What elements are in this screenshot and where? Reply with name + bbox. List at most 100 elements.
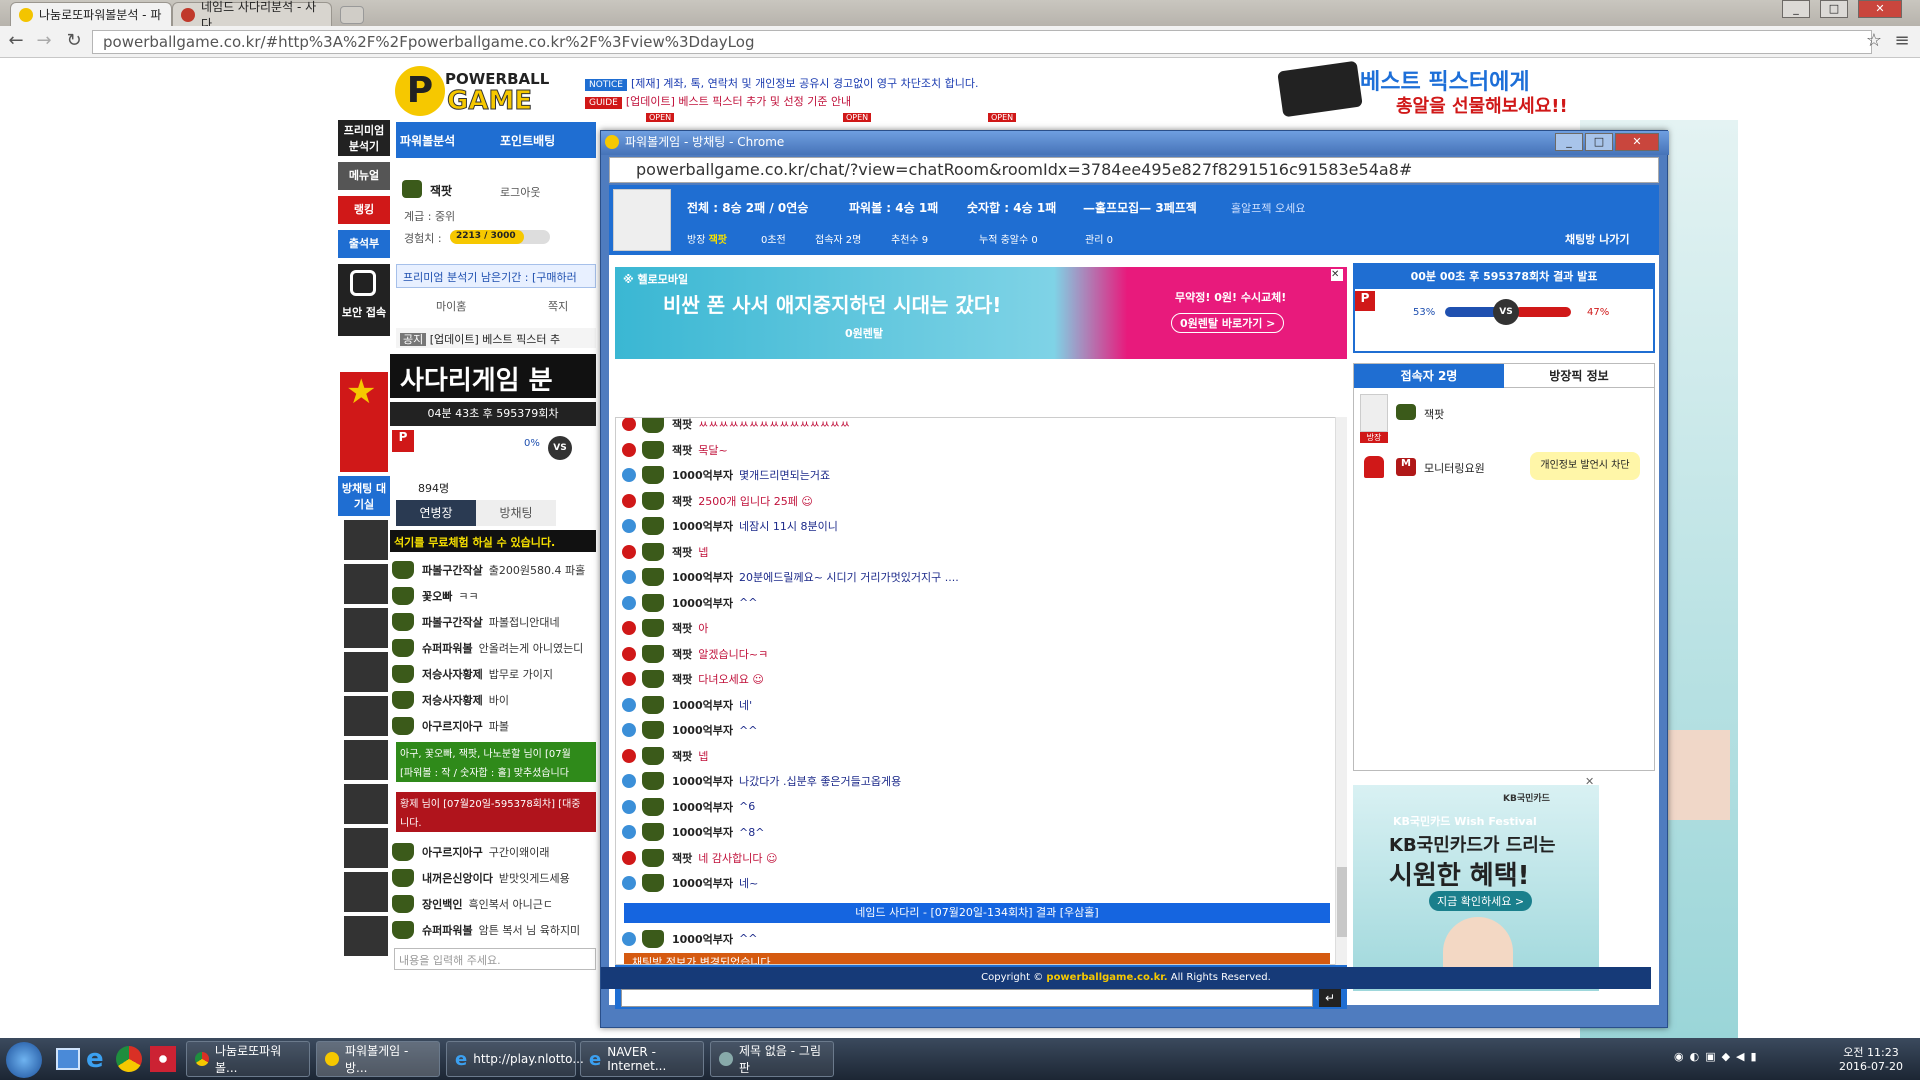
chat-nick[interactable]: 잭팟 [672, 493, 692, 509]
chat-text: ^^ [738, 596, 758, 609]
scroll-thumb[interactable] [1337, 867, 1347, 937]
taskbar-item-5[interactable]: 제목 없음 - 그림판 [710, 1041, 834, 1077]
copyright-site[interactable]: powerballgame.co.kr. [1046, 972, 1167, 983]
maximize-button[interactable]: □ [1820, 0, 1848, 18]
taskbar-item-2[interactable]: 파워볼게임 - 방... [316, 1041, 440, 1077]
taskbar-item-4[interactable]: e NAVER - Internet... [580, 1041, 704, 1077]
rank-icon [392, 639, 414, 657]
chat-nick[interactable]: 잭팟 [672, 620, 692, 636]
result-vs: VS [1493, 299, 1519, 325]
clock[interactable]: 오전 11:23 2016-07-20 [1836, 1044, 1906, 1073]
waiting-room-label[interactable]: 방채팅 대기실 [338, 476, 390, 516]
menu-icon[interactable]: ≡ [1890, 30, 1914, 54]
chat-scrollbar[interactable] [1335, 417, 1347, 965]
chat-nick[interactable]: 슈퍼파워볼 [422, 922, 473, 938]
address-bar[interactable]: powerballgame.co.kr/#http%3A%2F%2Fpowerb… [92, 30, 1872, 54]
ad-close-icon[interactable]: ✕ [1331, 269, 1343, 281]
app-pinned-icon[interactable] [150, 1046, 176, 1072]
popup-address-bar[interactable]: powerballgame.co.kr/chat/?view=chatRoom&… [609, 157, 1659, 183]
notice-line[interactable]: NOTICE [제재] 계좌, 톡, 연락처 및 개인정보 공유시 경고없이 영구… [585, 75, 978, 91]
chat-nick[interactable]: 1000억부자 [672, 697, 733, 713]
kb-ad-close-icon[interactable]: ✕ [1585, 775, 1594, 788]
forward-icon[interactable]: → [32, 30, 56, 54]
user1-name[interactable]: 잭팟 [1424, 406, 1444, 422]
start-button[interactable] [6, 1042, 42, 1078]
chat-nick[interactable]: 아구르지아구 [422, 718, 483, 734]
chat-nick[interactable]: 1000억부자 [672, 569, 733, 585]
chat-nick[interactable]: 잭팟 [672, 442, 692, 458]
nav-tab-powerball[interactable]: 파워볼분석 [400, 132, 455, 149]
chat-nick[interactable]: 잭팟 [672, 748, 692, 764]
desktop-icon[interactable] [56, 1048, 80, 1070]
chat-message-list[interactable]: 잭팟 ㅆㅆㅆㅆㅆㅆㅆㅆㅆㅆㅆㅆㅆㅆㅆ 잭팟 목달~ 1000억부자 몇개드리면되는거죠 잭팟… [615, 417, 1347, 965]
chat-nick[interactable]: 슈퍼파워볼 [422, 640, 473, 656]
back-icon[interactable]: ← [4, 30, 28, 54]
side-premium[interactable]: 프리미엄 분석기 [338, 120, 390, 156]
site-logo[interactable]: P POWERBALL GAME [395, 66, 550, 118]
chat-nick[interactable]: 저승사자황제 [422, 666, 483, 682]
chat-nick[interactable]: 1000억부자 [672, 824, 733, 840]
bookmark-star-icon[interactable]: ☆ [1862, 30, 1886, 54]
myhome-link[interactable]: 마이홈 [436, 298, 466, 314]
popup-maximize-button[interactable]: □ [1585, 133, 1613, 151]
side-manual[interactable]: 메뉴얼 [338, 162, 390, 190]
kb-card-ad[interactable]: KB국민카드 KB국민카드 Wish Festival KB국민카드가 드리는 … [1353, 775, 1599, 991]
close-button[interactable]: ✕ [1858, 0, 1902, 18]
chat-nick[interactable]: 잭팟 [672, 671, 692, 687]
guide-line[interactable]: GUIDE [업데이트] 베스트 픽스터 추가 및 선정 기준 안내 [585, 93, 851, 109]
memo-link[interactable]: 쪽지 [548, 298, 568, 314]
stat-welcome: 홀알프젝 오세요 [1231, 202, 1306, 215]
side-ranking[interactable]: 랭킹 [338, 196, 390, 224]
chat-nick[interactable]: 꽃오빠 [422, 588, 452, 604]
premium-remaining[interactable]: 프리미엄 분석기 남은기간 : [구매하러 [396, 264, 596, 288]
chat-nick[interactable]: 1000억부자 [672, 595, 733, 611]
popup-close-button[interactable]: ✕ [1615, 133, 1659, 151]
gongji-bar[interactable]: 공지 [업데이트] 베스트 픽스터 추 [396, 328, 596, 348]
side-attendance[interactable]: 출석부 [338, 230, 390, 258]
taskbar-label: 파워볼게임 - 방... [345, 1044, 409, 1075]
tab-yeonbyeongjang[interactable]: 연병장 [396, 500, 476, 526]
chat-nick[interactable]: 1000억부자 [672, 931, 733, 947]
kb-cta-button[interactable]: 지금 확인하세요 > [1429, 891, 1533, 911]
chat-nick[interactable]: 잭팟 [672, 850, 692, 866]
chat-nick[interactable]: 잭팟 [672, 418, 692, 432]
chat-nick[interactable]: 1000억부자 [672, 773, 733, 789]
logout-link[interactable]: 로그아웃 [500, 184, 540, 200]
chat-nick[interactable]: 1000억부자 [672, 518, 733, 534]
ie-pinned-icon[interactable]: e [86, 1044, 104, 1074]
chrome-pinned-icon[interactable] [116, 1046, 142, 1072]
popup-minimize-button[interactable]: _ [1555, 133, 1583, 151]
tray-icons[interactable]: ◉◐▣◆◀▮ [1674, 1050, 1824, 1066]
tab-users[interactable]: 접속자 2명 [1354, 364, 1504, 388]
chat-nick[interactable]: 잭팟 [672, 646, 692, 662]
taskbar-item-3[interactable]: e http://play.nlotto... [446, 1041, 584, 1077]
tab-room-chat[interactable]: 방채팅 [476, 500, 556, 526]
browser-tab-named[interactable]: 네임드 사다리분석 - 사다 [172, 0, 332, 31]
minimize-button[interactable]: _ [1782, 0, 1810, 18]
chat-nick[interactable]: 내꺼은신앙이다 [422, 870, 493, 886]
chat-nick[interactable]: 1000억부자 [672, 722, 733, 738]
chat-nick[interactable]: 잭팟 [672, 544, 692, 560]
hello-mobile-ad[interactable]: ※ 헬로모바일 비싼 폰 사서 애지중지하던 시대는 갔다! 0원렌탈 무약정!… [615, 267, 1347, 359]
bg-chat-input[interactable]: 내용을 입력해 주세요. [394, 948, 596, 970]
nav-tab-betting[interactable]: 포인트배팅 [500, 132, 555, 149]
leave-room-button[interactable]: 채팅방 나가기 [1565, 231, 1630, 247]
send-enter-icon[interactable]: ↵ [1319, 989, 1341, 1007]
chat-nick[interactable]: 1000억부자 [672, 799, 733, 815]
chat-nick[interactable]: 파볼구간작살 [422, 562, 483, 578]
chat-nick[interactable]: 1000억부자 [672, 467, 733, 483]
chat-nick[interactable]: 파볼구간작살 [422, 614, 483, 630]
chat-nick[interactable]: 저승사자황제 [422, 692, 483, 708]
new-tab-button[interactable] [340, 6, 364, 24]
user2-name[interactable]: 모니터링요원 [1424, 460, 1485, 476]
chat-nick[interactable]: 아구르지아구 [422, 844, 483, 860]
banner-line2[interactable]: 총알을 선물해보세요!! [1396, 92, 1568, 118]
taskbar-item-1[interactable]: 나눔로또파워볼... [186, 1041, 310, 1077]
chat-nick[interactable]: 장인백인 [422, 896, 462, 912]
tab-owner-info[interactable]: 방장픽 정보 [1504, 364, 1654, 388]
chat-input[interactable] [621, 989, 1313, 1007]
browser-tab-powerball[interactable]: 나눔로또파워볼분석 - 파 [10, 2, 172, 26]
reload-icon[interactable]: ↻ [62, 30, 86, 54]
chat-nick[interactable]: 1000억부자 [672, 875, 733, 891]
ad-cta-button[interactable]: 0원렌탈 바로가기 > [1171, 313, 1285, 333]
